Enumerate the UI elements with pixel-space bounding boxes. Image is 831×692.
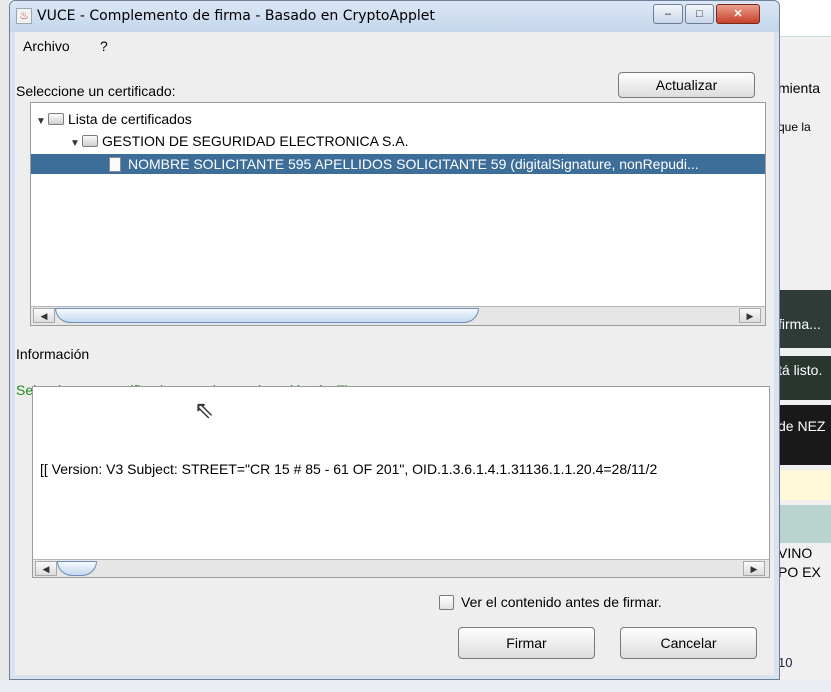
- sign-button[interactable]: Firmar: [458, 627, 595, 659]
- folder-icon: [48, 113, 64, 125]
- background-text: que la: [778, 120, 811, 134]
- background-text: mienta: [778, 80, 821, 96]
- background-text: PO EX: [778, 564, 821, 580]
- dialog-content: Archivo ? Seleccione un certificado: Act…: [15, 32, 774, 675]
- certificate-details-text: [[ Version: V3 Subject: STREET="CR 15 # …: [40, 461, 658, 477]
- background-zoom-text: 10: [778, 655, 793, 670]
- folder-icon: [82, 135, 98, 147]
- minimize-button[interactable]: –: [653, 4, 683, 24]
- scroll-right-icon[interactable]: ▶: [739, 308, 761, 323]
- tree-root-label: Lista de certificados: [68, 111, 192, 127]
- scroll-left-icon[interactable]: ◀: [33, 308, 55, 323]
- window-title: VUCE - Complemento de firma - Basado en …: [37, 8, 435, 24]
- tree-certificate-selected[interactable]: NOMBRE SOLICITANTE 595 APELLIDOS SOLICIT…: [31, 154, 765, 174]
- background-text: VINO: [778, 545, 813, 561]
- mouse-pointer-icon: ⇖: [194, 397, 215, 424]
- details-horizontal-scrollbar[interactable]: ◀ ▶: [33, 559, 769, 577]
- certificate-select-label: Seleccione un certificado:: [16, 83, 176, 99]
- tree-issuer-label: GESTION DE SEGURIDAD ELECTRONICA S.A.: [102, 133, 409, 149]
- tree-horizontal-scrollbar[interactable]: ◀ ▶: [31, 306, 765, 325]
- refresh-button[interactable]: Actualizar: [618, 72, 755, 98]
- cancel-button[interactable]: Cancelar: [620, 627, 757, 659]
- tree-certificate-label: NOMBRE SOLICITANTE 595 APELLIDOS SOLICIT…: [128, 156, 699, 172]
- menu-archivo[interactable]: Archivo: [23, 38, 70, 54]
- background-text: firma...: [778, 316, 821, 332]
- certificate-details-panel[interactable]: [[ Version: V3 Subject: STREET="CR 15 # …: [32, 386, 770, 578]
- certificate-tree[interactable]: ▼ Lista de certificados ▼ GESTION DE SEGUR…: [30, 102, 766, 326]
- menu-bar: Archivo ?: [15, 32, 774, 60]
- background-left-edge: [0, 0, 9, 692]
- verify-content-checkbox[interactable]: [439, 595, 454, 610]
- menu-help[interactable]: ?: [100, 38, 108, 54]
- background-text: de NEZ: [778, 418, 826, 434]
- maximize-button[interactable]: □: [685, 4, 714, 24]
- close-button[interactable]: ✕: [716, 4, 760, 24]
- background-text: tá listo.: [778, 362, 823, 378]
- scroll-right-icon[interactable]: ▶: [743, 561, 765, 576]
- certificate-file-icon: [109, 157, 121, 172]
- scrollbar-thumb[interactable]: [55, 308, 479, 323]
- signature-dialog: ♨ VUCE - Complemento de firma - Basado e…: [9, 0, 780, 680]
- title-bar[interactable]: ♨ VUCE - Complemento de firma - Basado e…: [10, 1, 779, 32]
- verify-content-label[interactable]: Ver el contenido antes de firmar.: [461, 594, 662, 610]
- scrollbar-thumb[interactable]: [57, 561, 97, 576]
- information-heading: Información: [16, 346, 90, 362]
- expand-arrow-icon[interactable]: ▼: [70, 134, 82, 154]
- background-bottom-strip: [0, 680, 831, 692]
- background-window: mienta que la firma... tá listo. de NEZ …: [778, 0, 831, 692]
- java-icon: ♨: [16, 8, 32, 24]
- scroll-left-icon[interactable]: ◀: [35, 561, 57, 576]
- tree-issuer-node[interactable]: ▼ GESTION DE SEGURIDAD ELECTRONICA S.A.: [70, 131, 409, 151]
- tree-root-node[interactable]: ▼ Lista de certificados: [36, 109, 192, 129]
- expand-arrow-icon[interactable]: ▼: [36, 112, 48, 132]
